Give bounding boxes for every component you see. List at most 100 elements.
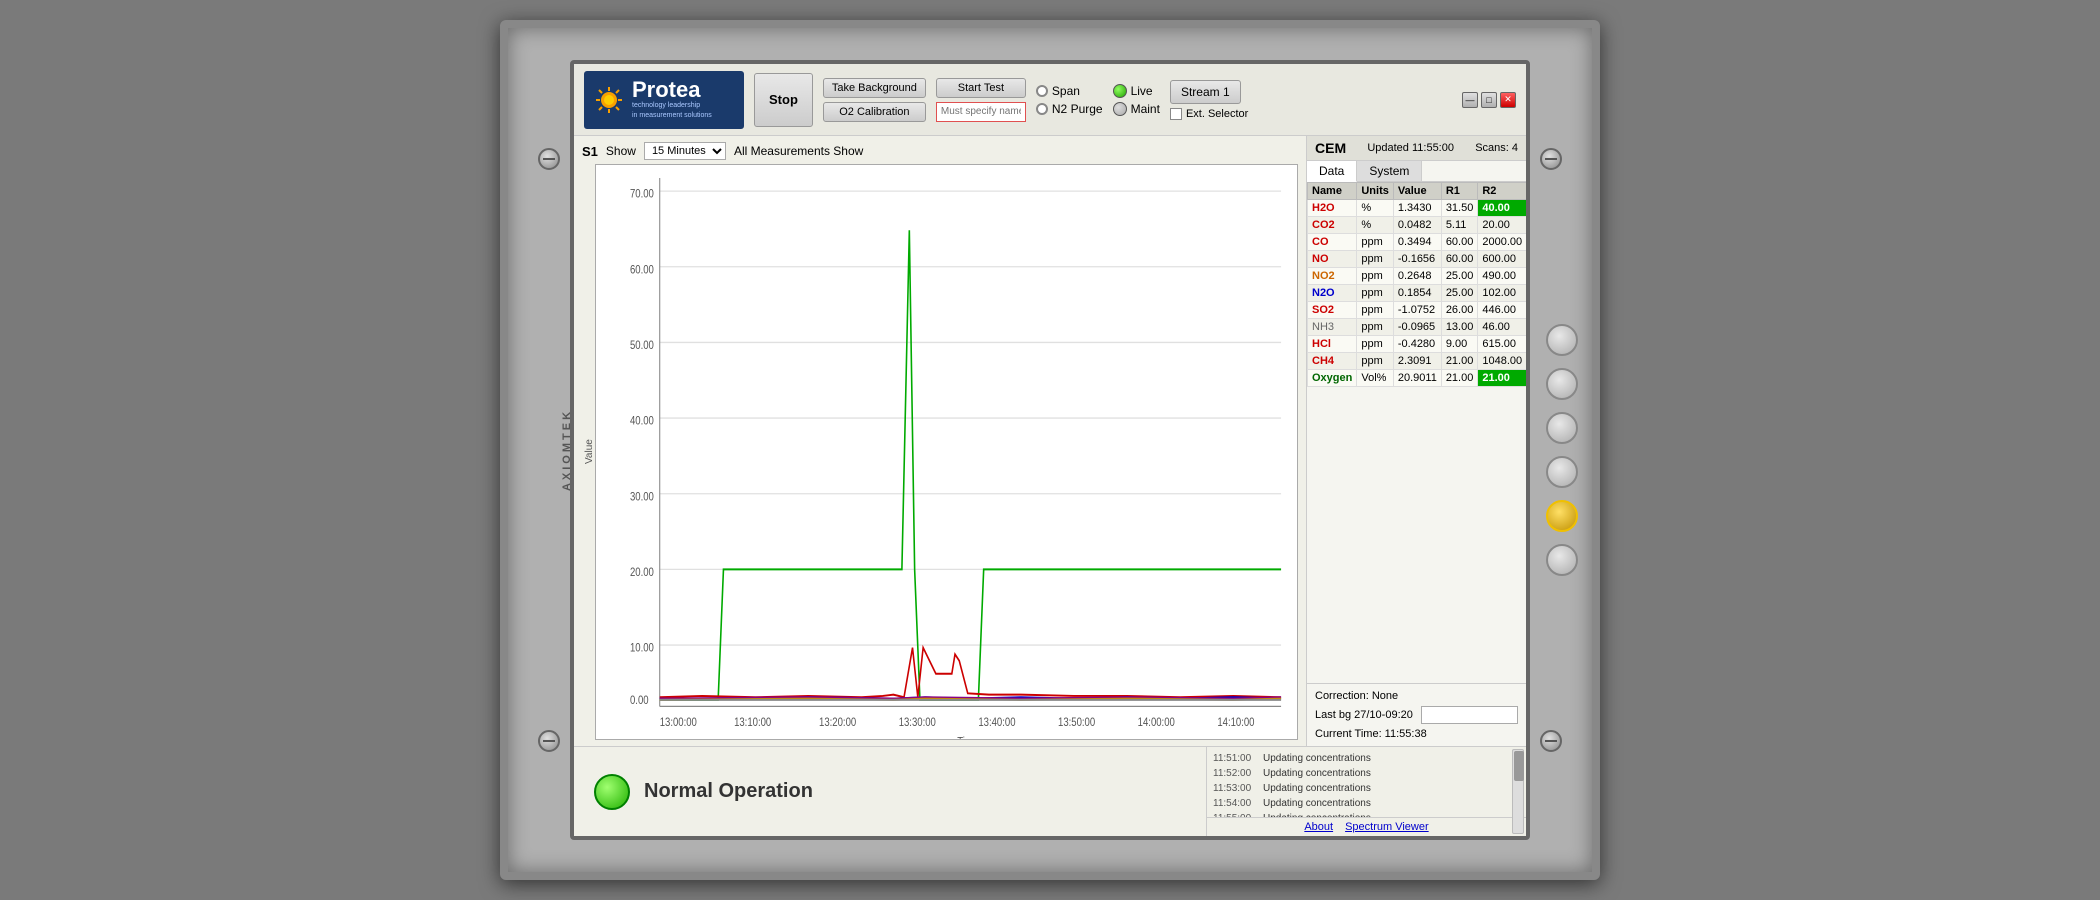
table-row: OxygenVol%20.901121.0021.00	[1308, 370, 1527, 387]
close-button[interactable]: ✕	[1500, 92, 1516, 108]
o2-calibration-button[interactable]: O2 Calibration	[823, 102, 926, 122]
cell-r2: 21.00	[1478, 370, 1526, 387]
cell-r1: 9.00	[1441, 336, 1478, 353]
svg-text:14:00:00: 14:00:00	[1138, 716, 1175, 729]
svg-text:Time: Time	[957, 736, 978, 739]
table-row: HClppm-0.42809.00615.00	[1308, 336, 1527, 353]
tab-system[interactable]: System	[1357, 161, 1422, 181]
cell-r2: 46.00	[1478, 319, 1526, 336]
cell-units: ppm	[1357, 336, 1394, 353]
col-header-units: Units	[1357, 183, 1394, 200]
header: Protea technology leadership in measurem…	[574, 64, 1526, 136]
button-stack: Take Background O2 Calibration	[823, 78, 926, 122]
right-btn-6[interactable]	[1546, 544, 1578, 576]
test-name-input[interactable]	[936, 102, 1026, 122]
window-controls: — □ ✕	[1462, 92, 1516, 108]
cell-units: ppm	[1357, 302, 1394, 319]
cell-r2: 446.00	[1478, 302, 1526, 319]
cell-units: %	[1357, 200, 1394, 217]
ext-selector: Ext. Selector	[1170, 108, 1248, 120]
status-text: Normal Operation	[644, 780, 813, 803]
chart-time-range-select[interactable]: 15 Minutes	[644, 142, 726, 160]
log-message: Updating concentrations	[1263, 781, 1371, 796]
col-header-name: Name	[1308, 183, 1357, 200]
cell-r1: 5.11	[1441, 217, 1478, 234]
cell-name: NO2	[1308, 268, 1357, 285]
maint-label: Maint	[1131, 102, 1160, 116]
table-row: CO2%0.04825.1120.00	[1308, 217, 1527, 234]
bottom-links: About Spectrum Viewer	[1207, 817, 1526, 836]
log-entry: 11:54:00Updating concentrations	[1213, 796, 1520, 811]
cell-value: 20.9011	[1393, 370, 1441, 387]
svg-text:13:50:00: 13:50:00	[1058, 716, 1095, 729]
chart-container: 70.00 60.00 50.00 40.00 30.00 20.00 10.0…	[595, 164, 1298, 740]
log-scroll: 11:51:00Updating concentrations11:52:00U…	[1207, 747, 1526, 817]
log-time: 11:51:00	[1213, 751, 1255, 766]
table-row: COppm0.349460.002000.00	[1308, 234, 1527, 251]
logo-subtitle-2: in measurement solutions	[632, 111, 712, 120]
right-buttons	[1546, 324, 1578, 576]
cell-r1: 21.00	[1441, 370, 1478, 387]
tab-data[interactable]: Data	[1307, 161, 1357, 182]
cell-units: ppm	[1357, 251, 1394, 268]
maximize-button[interactable]: □	[1481, 92, 1497, 108]
spectrum-viewer-link[interactable]: Spectrum Viewer	[1345, 821, 1429, 833]
take-background-button[interactable]: Take Background	[823, 78, 926, 98]
chart-stream-label: S1	[582, 144, 598, 159]
cell-r1: 13.00	[1441, 319, 1478, 336]
cell-name: CO	[1308, 234, 1357, 251]
live-led	[1113, 84, 1127, 98]
cem-updated: Updated 11:55:00	[1367, 142, 1454, 154]
col-header-r1: R1	[1441, 183, 1478, 200]
cell-name: NH3	[1308, 319, 1357, 336]
log-time: 11:54:00	[1213, 796, 1255, 811]
log-scrollbar-thumb[interactable]	[1514, 751, 1524, 781]
bottom-area: Normal Operation 11:51:00 Updating concen…	[574, 746, 1526, 836]
current-time-label: Current Time: 11:55:38	[1315, 728, 1518, 740]
screw-bottom-left	[538, 730, 560, 752]
cell-value: -1.0752	[1393, 302, 1441, 319]
logo-subtitle-1: technology leadership	[632, 101, 712, 110]
n2purge-radio[interactable]	[1036, 103, 1048, 115]
cem-scans: Scans: 4	[1475, 142, 1518, 154]
log-message: Updating concentrations	[1263, 766, 1371, 781]
maint-led-row: Maint	[1113, 102, 1160, 116]
svg-text:30.00: 30.00	[630, 490, 654, 503]
right-btn-3[interactable]	[1546, 412, 1578, 444]
table-row: CH4ppm2.309121.001048.00	[1308, 353, 1527, 370]
cell-units: ppm	[1357, 319, 1394, 336]
span-radio-row: Span	[1036, 84, 1103, 98]
main-screen: Protea technology leadership in measurem…	[570, 60, 1530, 840]
cell-name: HCl	[1308, 336, 1357, 353]
correction-label: Correction: None	[1315, 690, 1518, 702]
cem-title: CEM	[1315, 140, 1346, 156]
cell-name: H2O	[1308, 200, 1357, 217]
table-row: H2O%1.343031.5040.00	[1308, 200, 1527, 217]
svg-text:10.00: 10.00	[630, 642, 654, 655]
span-radio[interactable]	[1036, 85, 1048, 97]
log-scrollbar[interactable]	[1512, 749, 1524, 834]
n2purge-radio-row: N2 Purge	[1036, 102, 1103, 116]
right-btn-5[interactable]	[1546, 500, 1578, 532]
cell-r2: 615.00	[1478, 336, 1526, 353]
cell-value: 0.2648	[1393, 268, 1441, 285]
right-btn-4[interactable]	[1546, 456, 1578, 488]
minimize-button[interactable]: —	[1462, 92, 1478, 108]
start-test-button[interactable]: Start Test	[936, 78, 1026, 98]
svg-text:13:30:00: 13:30:00	[899, 716, 936, 729]
live-label: Live	[1131, 84, 1153, 98]
chart-area: S1 Show 15 Minutes All Measurements Show…	[574, 136, 1306, 746]
cell-value: -0.4280	[1393, 336, 1441, 353]
stream-button[interactable]: Stream 1	[1170, 80, 1241, 104]
y-axis-label: Value	[582, 164, 595, 740]
cell-r1: 25.00	[1441, 285, 1478, 302]
panel-outer: AXIOMTEK	[500, 20, 1600, 880]
log-area: 11:51:00Updating concentrations11:52:00U…	[1206, 747, 1526, 836]
cem-table-container: Name Units Value R1 R2 H2O%1.343031.5040…	[1307, 182, 1526, 683]
right-btn-1[interactable]	[1546, 324, 1578, 356]
about-link[interactable]: About	[1304, 821, 1333, 833]
ext-selector-checkbox[interactable]	[1170, 108, 1182, 120]
stop-button[interactable]: Stop	[754, 73, 813, 127]
right-btn-2[interactable]	[1546, 368, 1578, 400]
screw-top-left	[538, 148, 560, 170]
